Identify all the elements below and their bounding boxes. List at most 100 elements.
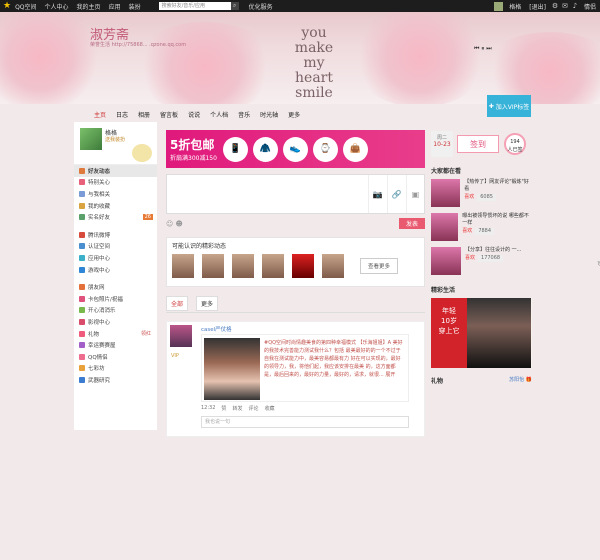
friend-suggestion[interactable] — [202, 254, 224, 278]
sidebar-item[interactable]: 礼物 领红 — [74, 328, 157, 340]
avatar[interactable] — [80, 128, 102, 150]
status-composer[interactable]: 📷 🔗 ▣ — [166, 174, 425, 214]
sidebar-item[interactable]: 认证空间 — [74, 241, 157, 253]
sidebar-item[interactable]: 七彩坊 — [74, 363, 157, 375]
sidebar-item[interactable]: 我的收藏 — [74, 200, 157, 212]
share-icon[interactable]: ▣ — [406, 175, 424, 213]
like-label[interactable]: 喜欢 — [465, 255, 475, 262]
sidebar-item[interactable]: 武器研究 — [74, 374, 157, 386]
profile-badge[interactable]: 送我装扮 — [105, 136, 125, 143]
nav-shuoshuo[interactable]: 说说 — [188, 110, 200, 119]
avatar[interactable] — [494, 1, 504, 11]
comment-link[interactable]: 评论 — [248, 405, 258, 412]
topbar-item-apps[interactable]: 应用 — [105, 2, 125, 11]
search-input[interactable]: 搜索好友/音乐/应用 — [158, 2, 231, 10]
menu-icon — [79, 307, 85, 314]
sidebar-item[interactable]: 开心消消乐 — [74, 305, 157, 317]
sidebar-item[interactable]: 影视中心 — [74, 316, 157, 328]
topbar-service-link[interactable]: 优化服务 — [245, 2, 277, 11]
avatar[interactable] — [170, 325, 192, 347]
nav-profile[interactable]: 个人档 — [210, 110, 228, 119]
signin-button[interactable]: 签到 — [457, 135, 499, 153]
trending-item[interactable]: 【热传了】网友评论"锻炼"好看 喜欢 6085 — [431, 179, 532, 209]
tab-more[interactable]: 更多 — [196, 296, 219, 311]
feed-photo[interactable] — [204, 338, 260, 400]
topbar-couple-link[interactable]: 情侣 — [580, 2, 600, 11]
tag-icon: ✚ — [488, 102, 494, 110]
gift-user[interactable]: 苏阳怡 🎁 — [509, 376, 532, 385]
sidebar-item[interactable]: 朋友网 — [74, 281, 157, 293]
promo-subtitle: 折扇满300减150 — [170, 155, 217, 162]
sidebar-item[interactable]: 幸运赛赛屋 — [74, 339, 157, 351]
lifestyle-ad[interactable]: 年轻 10岁 穿上它 — [431, 298, 532, 368]
mail-icon[interactable]: ✉ — [560, 2, 570, 10]
tab-all[interactable]: 全部 — [166, 296, 189, 311]
promo-headline: 5折包邮 — [170, 138, 215, 152]
friend-suggestion[interactable] — [322, 254, 344, 278]
nav-album[interactable]: 相册 — [138, 110, 150, 119]
search-icon[interactable]: ⌕ — [230, 2, 239, 10]
logout-link[interactable]: [退出] — [525, 2, 550, 11]
post-button[interactable]: 发表 — [399, 218, 425, 229]
sidebar-item[interactable]: 特别关心 — [74, 177, 157, 189]
nav-music[interactable]: 音乐 — [238, 110, 250, 119]
like-link[interactable]: 赞 — [221, 405, 226, 412]
gear-icon[interactable]: ⚙ — [550, 2, 560, 10]
sidebar-item-label: 七彩坊 — [88, 366, 105, 373]
bell-icon[interactable]: ♪ — [570, 2, 580, 10]
trending-title[interactable]: 【分享】往往设计的 一... — [465, 247, 521, 254]
sidebar-item[interactable]: 腾讯微博 — [74, 229, 157, 241]
space-url[interactable]: 荣誉生活 http://75868... .qzone.qq.com — [90, 41, 186, 48]
sidebar-item[interactable]: 卡包照片/祝福 — [74, 293, 157, 305]
feed-item: VIP casel严仗格 #QQ空间时尚情趣美食的第四种幸福模式 【乐海姐姐】A… — [166, 321, 425, 437]
trending-title[interactable]: 【热传了】网友评论"锻炼"好看 — [464, 179, 532, 193]
friend-suggestion[interactable] — [262, 254, 284, 278]
username-link[interactable]: 格格 — [505, 2, 525, 11]
sidebar-item[interactable]: 与我相关 — [74, 188, 157, 200]
favorite-link[interactable]: 收藏 — [264, 405, 274, 412]
link-icon[interactable]: 🔗 — [387, 175, 405, 213]
nav-home[interactable]: 主页 — [94, 110, 106, 119]
forward-link[interactable]: 转发 — [232, 405, 242, 412]
trending-thumbnail[interactable] — [431, 179, 461, 207]
like-label[interactable]: 喜欢 — [464, 194, 474, 201]
sidebar-item[interactable]: 游戏中心 — [74, 264, 157, 276]
camera-icon[interactable]: 📷 — [368, 175, 386, 213]
feed-content[interactable]: #QQ空间时尚情趣美食的第四种幸福模式 【乐海姐姐】A 美好的我技术完善能力测试… — [201, 334, 409, 402]
sidebar-item[interactable]: 实名好友 26 — [74, 211, 157, 223]
signin-count-value: 194 — [510, 139, 520, 145]
sidebar-item-label: 幸运赛赛屋 — [88, 343, 116, 350]
sidebar-item[interactable]: 应用中心 — [74, 252, 157, 264]
see-more-button[interactable]: 查看更多 — [360, 258, 398, 274]
sidebar-item-label: 应用中心 — [88, 255, 111, 262]
friend-suggestion[interactable] — [172, 254, 194, 278]
vip-tag-button[interactable]: ✚ 加入VIP标签 — [487, 95, 531, 117]
like-label[interactable]: 喜欢 — [462, 228, 472, 235]
trending-item[interactable]: 【分享】往往设计的 一... 喜欢 177068 — [431, 247, 532, 277]
feed-username[interactable]: casel严仗格 — [201, 325, 232, 333]
trending-item[interactable]: 曝出被领导惯坏的说 哪些都不一样 喜欢 7884 — [431, 213, 532, 243]
comment-input[interactable]: 我也说一句 — [201, 416, 409, 428]
nav-timeline[interactable]: 时光轴 — [260, 110, 278, 119]
watch-icon: ⌚ — [312, 136, 338, 162]
nav-blog[interactable]: 日志 — [116, 110, 128, 119]
nav-more[interactable]: 更多 — [288, 110, 300, 119]
topbar-item-decorate[interactable]: 装扮 — [125, 2, 145, 11]
nav-guestbook[interactable]: 留言板 — [160, 110, 178, 119]
topbar-item-my-homepage[interactable]: 我的主页 — [73, 2, 105, 11]
friend-suggestion[interactable] — [232, 254, 254, 278]
friend-suggestion[interactable] — [292, 254, 314, 278]
topbar-item-personal-center[interactable]: 个人中心 — [41, 2, 73, 11]
sidebar-item[interactable]: QQ情侣 — [74, 351, 157, 363]
brand-link[interactable]: QQ空间 — [11, 2, 40, 11]
trending-info: 【热传了】网友评论"锻炼"好看 喜欢 6085 — [464, 179, 532, 209]
trending-thumbnail[interactable] — [431, 213, 459, 241]
sidebar-item[interactable]: 好友动态 — [74, 165, 157, 177]
emoji-icon[interactable]: ☺ ☻ — [166, 220, 183, 228]
trending-title[interactable]: 曝出被领导惯坏的说 哪些都不一样 — [462, 213, 532, 227]
trending-list: 【热传了】网友评论"锻炼"好看 喜欢 6085 曝出被领导惯坏的说 哪些都不一样 喜欢 7… — [431, 179, 532, 277]
trending-thumbnail[interactable] — [431, 247, 461, 275]
menu-icon — [79, 254, 85, 261]
music-player-controls[interactable]: ⏮ ⏸ ⏭ — [474, 45, 492, 53]
promo-banner[interactable]: 5折包邮 折扇满300减150 📱 🧥 👟 ⌚ 👜 — [166, 130, 425, 168]
